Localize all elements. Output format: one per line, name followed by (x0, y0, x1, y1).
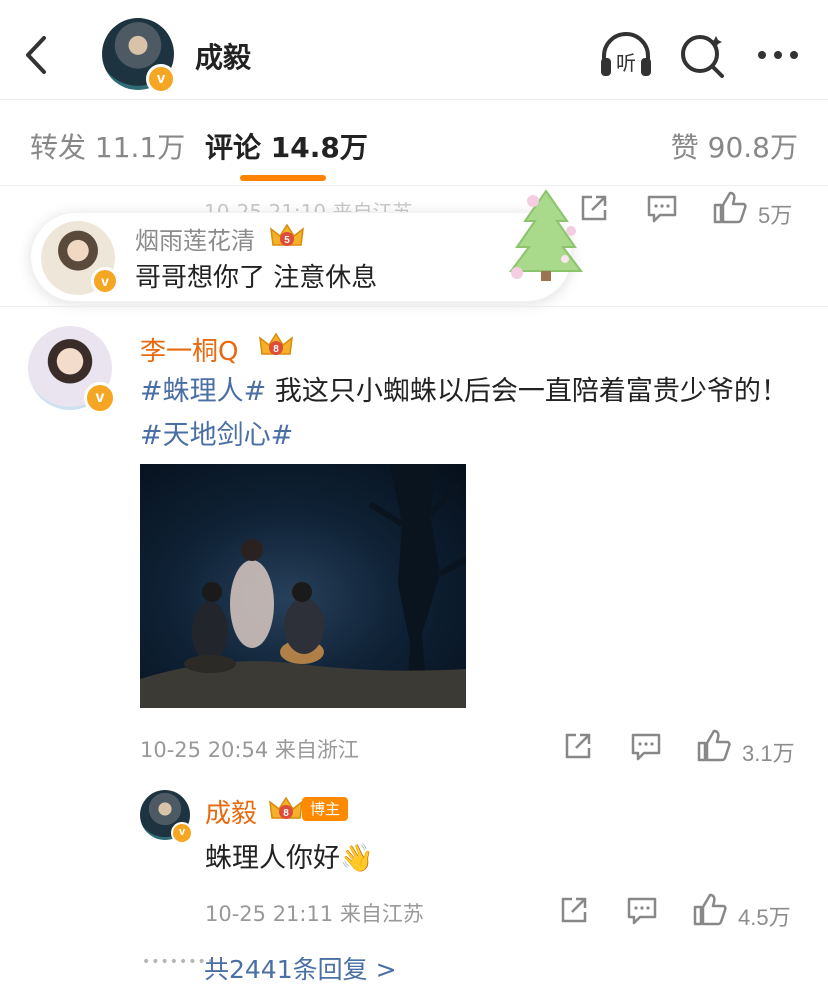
comment-date: 10-25 20:54 来自浙江 (140, 738, 359, 762)
top-bar: v 成毅 听 (0, 0, 828, 100)
verified-badge-icon: v (171, 822, 193, 844)
like-count: 3.1万 (742, 741, 795, 766)
verified-badge-icon: v (91, 267, 119, 295)
comment-text: #蛛理人# 我这只小蜘蛛以后会一直陪着富贵少爷的！ #天地剑心# (140, 370, 810, 458)
share-icon[interactable] (562, 730, 594, 766)
crown-icon: 8 (268, 794, 304, 824)
tab-bar: 转发 11.1万 评论 14.8万 赞 90.8万 (0, 100, 828, 186)
crown-icon: 8 (258, 330, 294, 360)
listen-icon[interactable]: 听 (598, 30, 654, 80)
username[interactable]: 成毅 (205, 793, 257, 830)
like-icon[interactable] (712, 190, 748, 230)
more-icon[interactable] (752, 30, 808, 80)
username[interactable]: 李一桐Q (140, 331, 238, 368)
topic-tag[interactable]: #天地剑心# (140, 420, 293, 451)
comment-icon[interactable] (626, 896, 658, 930)
blogger-badge: 博主 (302, 797, 349, 821)
verified-badge-icon: v (84, 382, 116, 414)
share-icon[interactable] (558, 894, 590, 930)
comment-image[interactable] (140, 464, 466, 708)
reply-date: 10-25 21:11 来自江苏 (205, 902, 424, 926)
divider (0, 306, 828, 307)
tab-comments[interactable]: 评论 14.8万 (205, 126, 368, 166)
active-tab-indicator (240, 175, 326, 181)
comment-body: 我这只小蜘蛛以后会一直陪着富贵少爷的！ (266, 376, 788, 407)
christmas-tree-icon (501, 187, 591, 287)
comment-icon[interactable] (646, 194, 678, 228)
search-icon[interactable] (676, 30, 732, 80)
verified-badge-icon: v (146, 64, 176, 94)
comment-icon[interactable] (630, 732, 662, 766)
username[interactable]: 烟雨莲花清 (135, 221, 255, 256)
svg-text:8: 8 (283, 808, 289, 819)
view-more-replies-link[interactable]: 共2441条回复 > (204, 950, 397, 986)
back-icon[interactable] (18, 30, 58, 80)
like-icon[interactable] (696, 728, 732, 768)
reply-text: 蛛理人你好👋 (205, 843, 374, 874)
tab-likes[interactable]: 赞 90.8万 (671, 126, 798, 166)
svg-text:听: 听 (616, 51, 636, 75)
like-count: 4.5万 (738, 905, 791, 930)
like-icon[interactable] (692, 892, 728, 932)
tab-reposts[interactable]: 转发 11.1万 (30, 126, 185, 166)
crown-icon: 5 (269, 221, 305, 251)
svg-text:8: 8 (273, 344, 279, 355)
svg-text:5: 5 (284, 235, 290, 246)
page-title: 成毅 (195, 41, 252, 74)
floating-comment-bubble[interactable]: v 烟雨莲花清 5 哥哥想你了 注意休息 (30, 189, 583, 302)
waving-hand-icon: 👋 (340, 843, 374, 874)
like-count: 5万 (758, 203, 793, 228)
bubble-text: 哥哥想你了 注意休息 (135, 263, 378, 293)
topic-tag[interactable]: #蛛理人# (140, 376, 266, 407)
